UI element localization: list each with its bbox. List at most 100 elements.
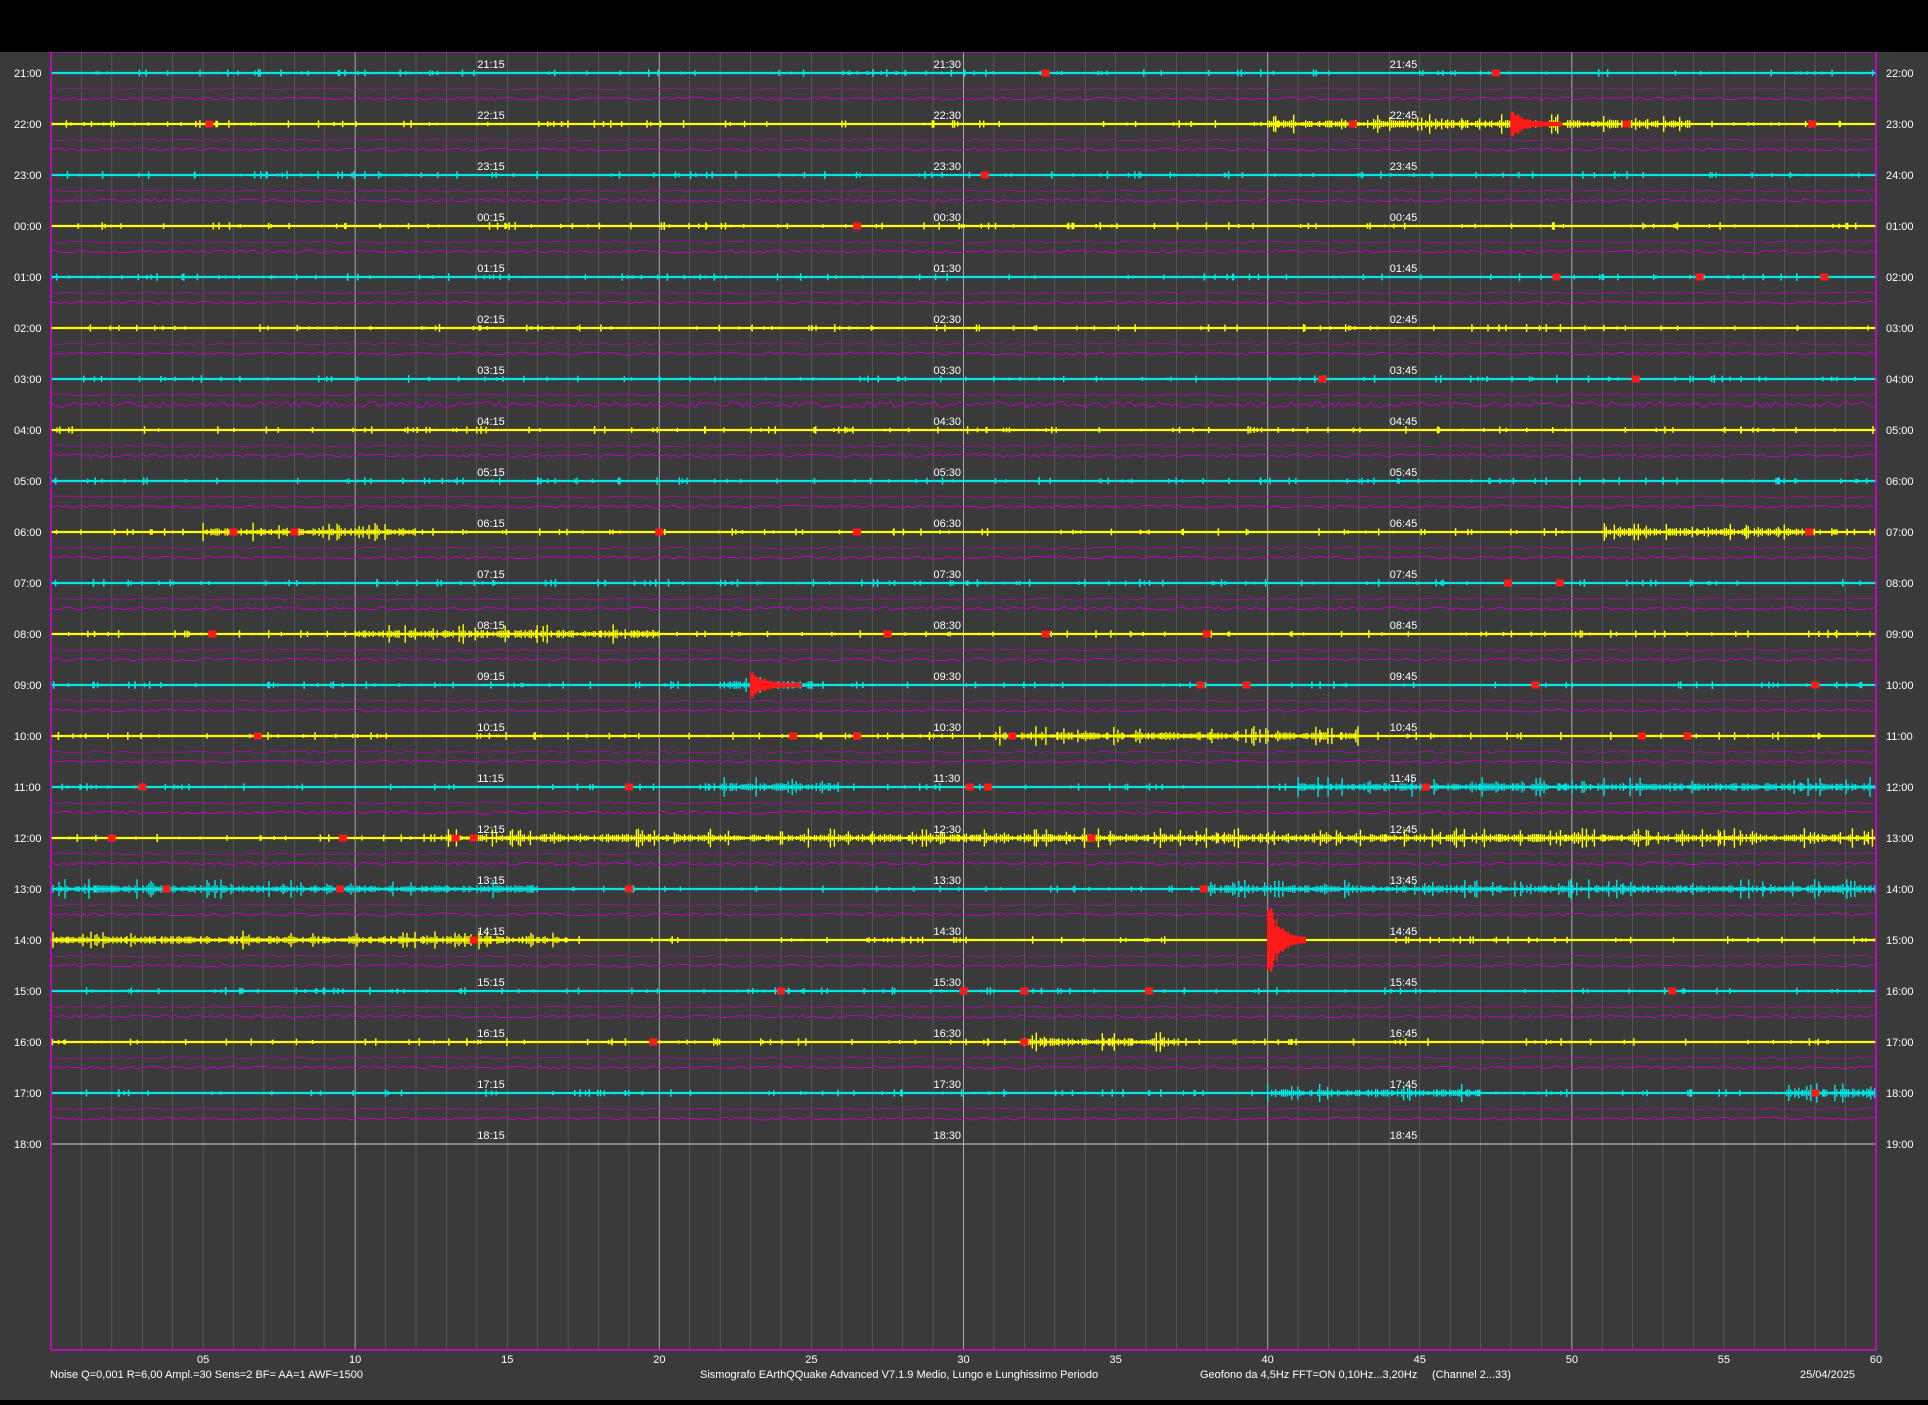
seismic-event-large [1267, 907, 1307, 973]
hour-label-left: 16:00 [14, 1037, 42, 1049]
quarter-time-label: 10:45 [1390, 722, 1418, 734]
quarter-time-label: 06:30 [934, 518, 962, 530]
seismic-event-marker [1491, 69, 1500, 77]
seismic-event-marker [1504, 579, 1512, 587]
hour-label-left: 05:00 [14, 476, 42, 488]
quarter-time-label: 22:45 [1390, 110, 1418, 122]
quarter-time-label: 14:15 [477, 926, 505, 938]
seismic-event-marker [1531, 681, 1540, 689]
seismic-event-marker [451, 834, 460, 842]
hour-label-left: 03:00 [14, 374, 42, 386]
quarter-time-label: 04:45 [1390, 416, 1418, 428]
hour-label-right: 07:00 [1886, 527, 1914, 539]
minute-tick-label: 45 [1414, 1354, 1426, 1366]
quarter-time-label: 05:30 [934, 467, 962, 479]
minute-tick-label: 10 [349, 1354, 361, 1366]
seismic-event-marker [162, 885, 171, 893]
seismic-event-marker [980, 171, 989, 179]
hour-label-right: 23:00 [1886, 119, 1914, 131]
hour-label-left: 18:00 [14, 1139, 42, 1151]
seismic-event-marker [1318, 375, 1327, 383]
quarter-time-label: 10:15 [477, 722, 505, 734]
quarter-time-label: 12:45 [1390, 824, 1418, 836]
quarter-time-label: 22:30 [934, 110, 962, 122]
hour-label-right: 10:00 [1886, 680, 1914, 692]
quarter-time-label: 18:30 [934, 1130, 962, 1142]
quarter-time-label: 07:45 [1390, 569, 1418, 581]
seismic-event-marker [138, 783, 147, 791]
hour-label-left: 07:00 [14, 578, 42, 590]
quarter-time-label: 14:30 [934, 926, 962, 938]
minute-tick-label: 05 [197, 1354, 209, 1366]
quarter-time-label: 18:45 [1390, 1130, 1418, 1142]
hour-label-right: 09:00 [1886, 629, 1914, 641]
minute-tick-label: 60 [1870, 1354, 1882, 1366]
hour-label-right: 03:00 [1886, 323, 1914, 335]
hour-label-left: 09:00 [14, 680, 42, 692]
quarter-time-label: 23:30 [934, 161, 962, 173]
trace-burst [1206, 879, 1876, 899]
quarter-time-label: 08:15 [477, 620, 505, 632]
trace-burst [993, 726, 1359, 746]
quarter-time-label: 14:45 [1390, 926, 1418, 938]
hour-label-right: 11:00 [1886, 731, 1913, 743]
seismic-event-marker [1008, 732, 1017, 740]
quarter-time-label: 17:45 [1390, 1079, 1418, 1091]
hour-label-right: 22:00 [1886, 68, 1914, 80]
seismic-event-marker [1041, 69, 1050, 77]
hour-label-right: 04:00 [1886, 374, 1914, 386]
seismic-event-marker [1811, 681, 1820, 689]
seismic-event-marker [1668, 987, 1677, 995]
seismic-event-marker [1808, 120, 1817, 128]
seismic-event-marker [339, 834, 347, 842]
seismic-event-marker [1041, 630, 1050, 638]
quarter-time-label: 00:30 [934, 212, 962, 224]
hour-label-right: 01:00 [1886, 221, 1914, 233]
quarter-time-label: 21:45 [1390, 59, 1418, 71]
hour-label-left: 11:00 [14, 782, 41, 794]
footer-geofono: Geofono da 4,5Hz FFT=ON 0,10Hz...3,20Hz [1200, 1369, 1417, 1381]
hour-label-left: 08:00 [14, 629, 42, 641]
quarter-time-label: 11:45 [1390, 773, 1417, 785]
hour-label-left: 21:00 [14, 68, 42, 80]
trace-burst [1601, 523, 1815, 541]
seismic-event-marker [1805, 528, 1814, 536]
quarter-time-label: 07:30 [934, 569, 962, 581]
quarter-time-label: 04:30 [934, 416, 962, 428]
quarter-time-label: 01:45 [1390, 263, 1418, 275]
hour-label-left: 22:00 [14, 119, 42, 131]
seismic-event-marker [655, 528, 664, 536]
quarter-time-label: 03:15 [477, 365, 505, 377]
quarter-time-label: 13:15 [477, 875, 505, 887]
quarter-time-label: 03:30 [934, 365, 962, 377]
footer-settings: Noise Q=0,001 R=6,00 Ampl.=30 Sens=2 BF=… [50, 1369, 363, 1381]
seismic-event-marker [1199, 885, 1208, 893]
footer-software-name: Sismografo EArthQQuake Advanced V7.1.9 M… [700, 1369, 1098, 1381]
seismic-event-marker [789, 732, 798, 740]
hour-label-right: 12:00 [1886, 782, 1914, 794]
quarter-time-label: 11:15 [477, 773, 504, 785]
footer-date: 25/04/2025 [1800, 1369, 1855, 1381]
hour-label-left: 00:00 [14, 221, 42, 233]
seismic-event-marker [1631, 375, 1640, 383]
trace-burst [445, 828, 1876, 848]
quarter-time-label: 16:15 [477, 1028, 505, 1040]
quarter-time-label: 01:30 [934, 263, 962, 275]
seismic-event-marker [853, 222, 861, 230]
hour-label-right: 15:00 [1886, 935, 1914, 947]
seismic-event-marker [1811, 1089, 1820, 1097]
seismic-event-large [749, 671, 802, 699]
trace-burst [719, 777, 841, 797]
hour-label-left: 02:00 [14, 323, 42, 335]
seismic-event-marker [965, 783, 974, 791]
quarter-time-label: 06:15 [477, 518, 505, 530]
quarter-time-label: 09:45 [1390, 671, 1418, 683]
quarter-time-label: 11:30 [934, 773, 961, 785]
seismic-event-marker [1555, 579, 1564, 587]
seismic-event-marker [205, 120, 214, 128]
seismic-event-marker [1421, 783, 1430, 791]
quarter-time-label: 22:15 [477, 110, 505, 122]
seismic-event-marker [624, 885, 633, 893]
window-top-bar [0, 0, 1928, 52]
quarter-time-label: 18:15 [477, 1130, 505, 1142]
